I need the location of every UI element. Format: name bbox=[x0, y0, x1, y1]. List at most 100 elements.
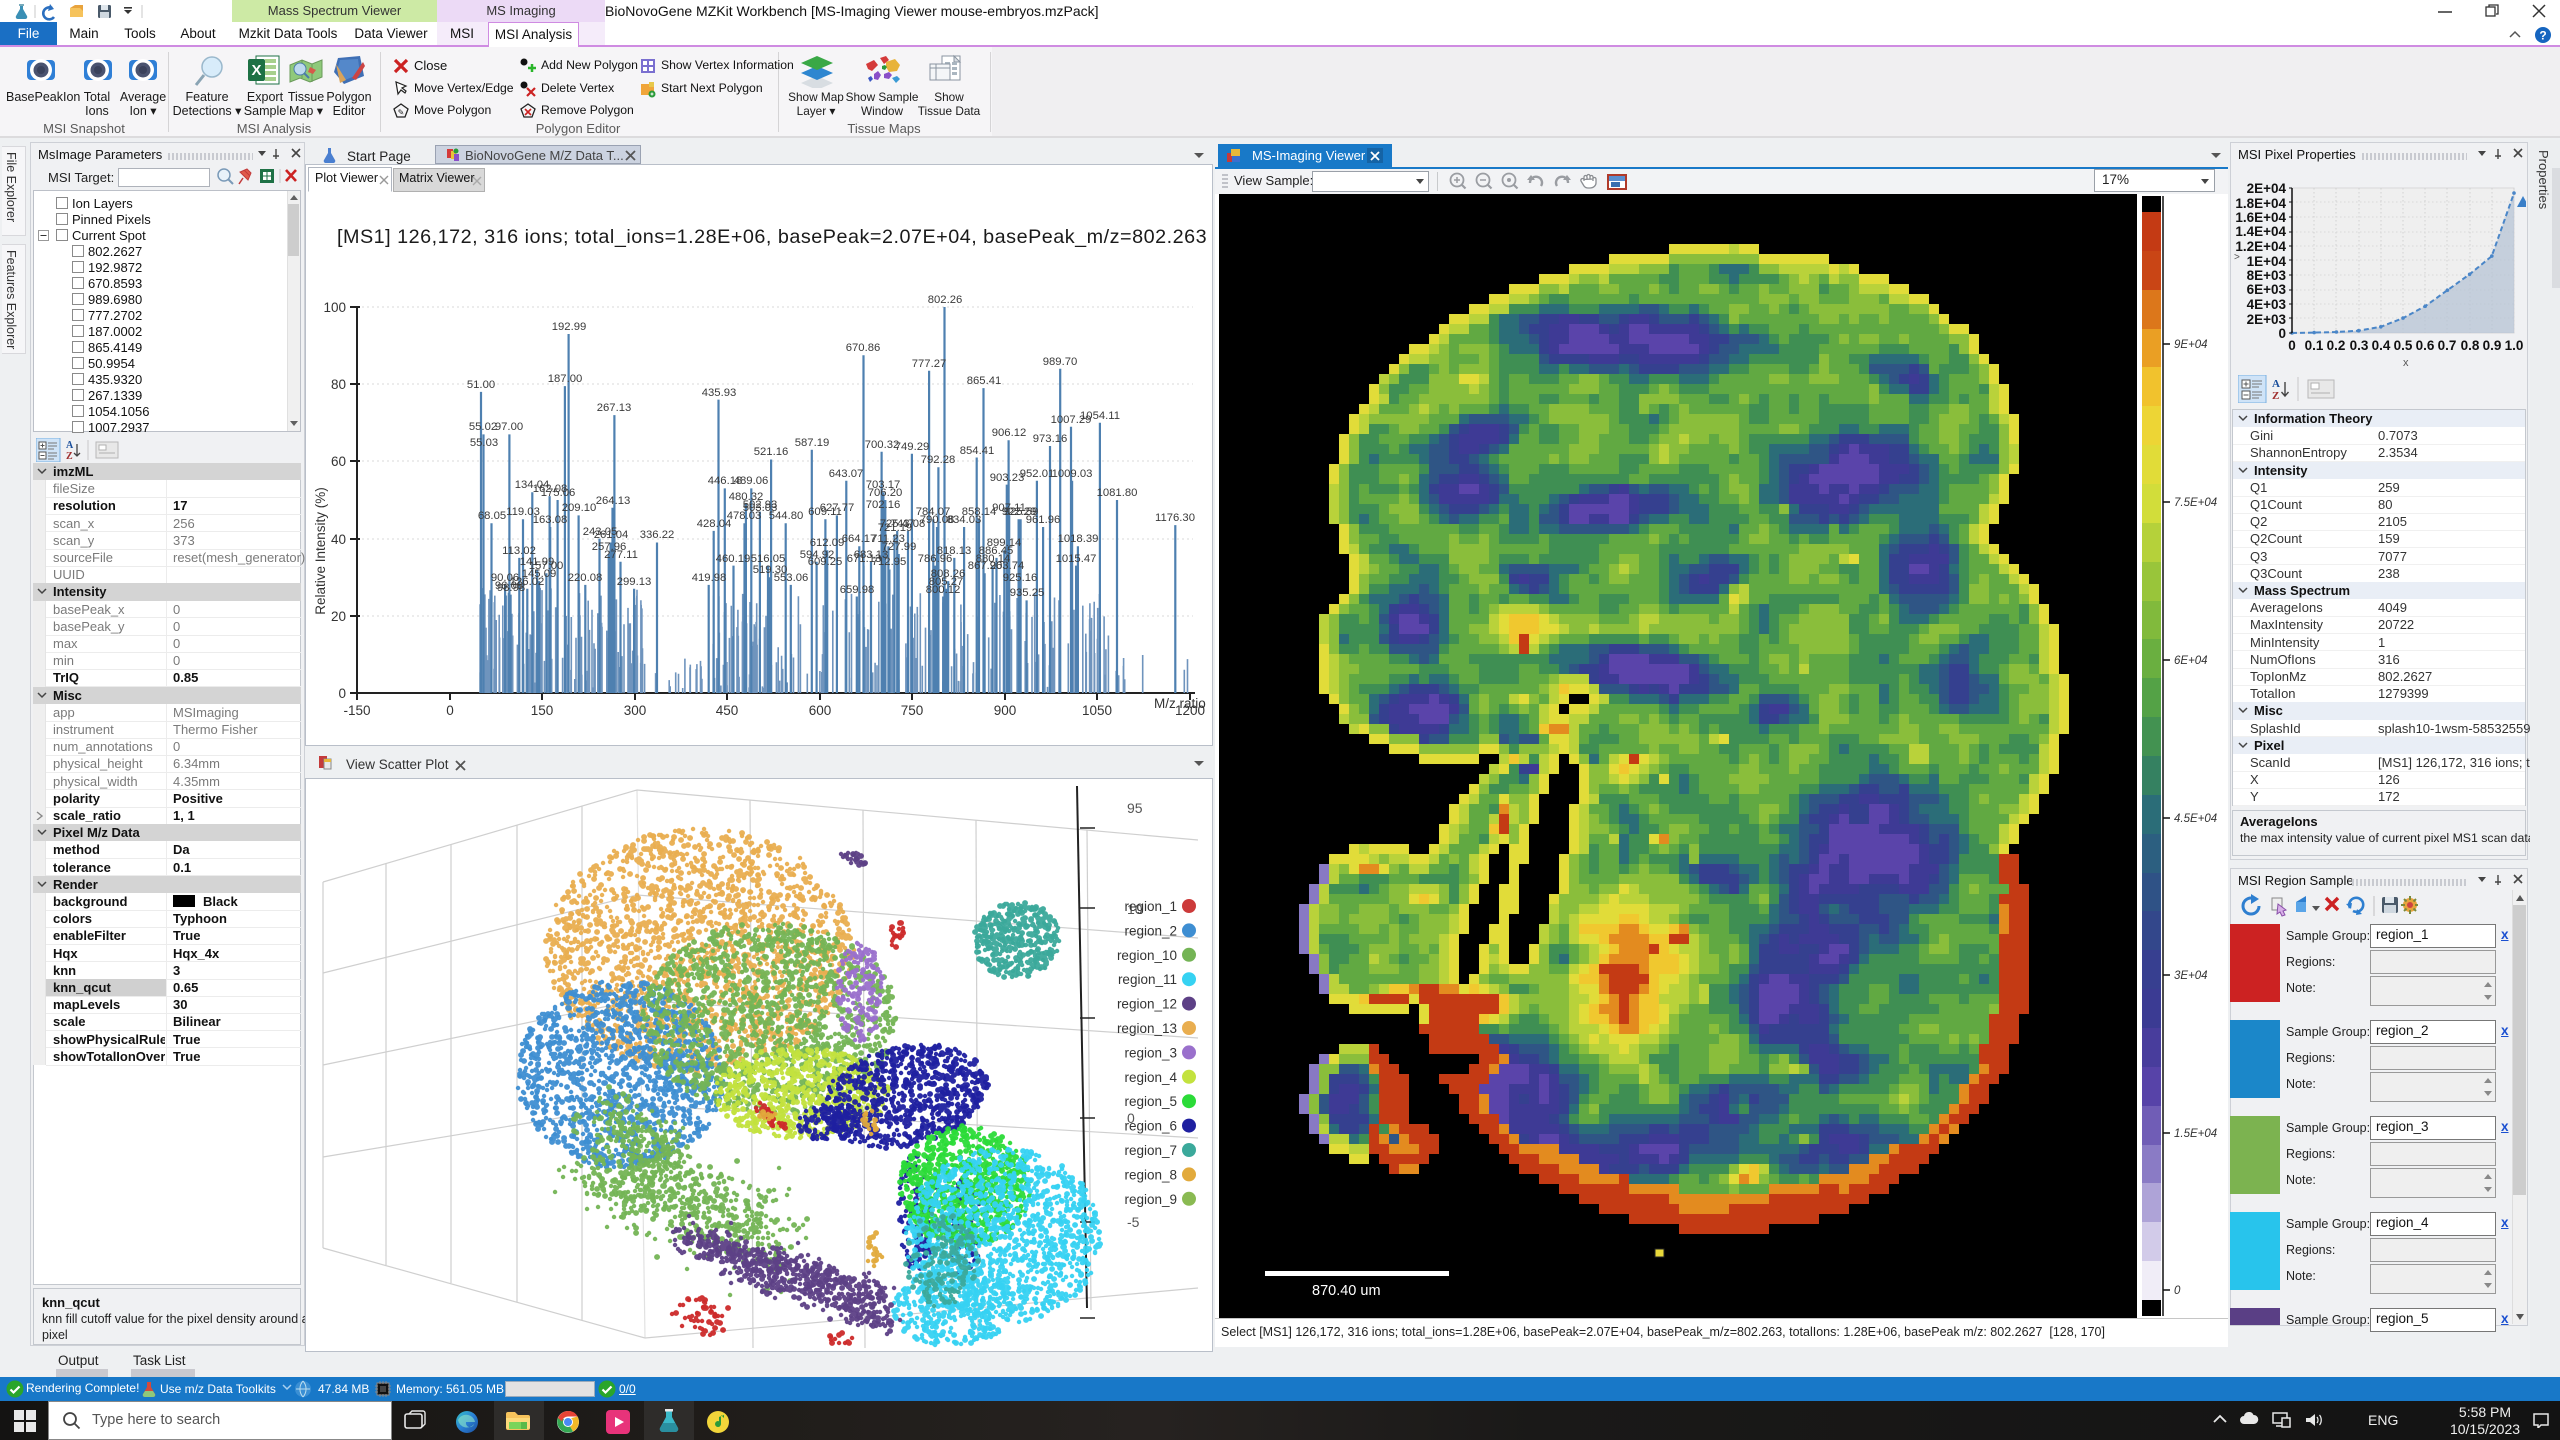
svg-text:264.13: 264.13 bbox=[596, 495, 631, 507]
svg-text:60: 60 bbox=[331, 454, 346, 469]
svg-text:0.8: 0.8 bbox=[2461, 338, 2480, 353]
svg-text:712.95: 712.95 bbox=[872, 556, 907, 568]
svg-text:727.99: 727.99 bbox=[882, 541, 917, 553]
svg-text:163.08: 163.08 bbox=[533, 514, 568, 526]
svg-text:175.06: 175.06 bbox=[541, 487, 576, 499]
svg-text:544.80: 544.80 bbox=[769, 510, 804, 522]
svg-text:region_10: region_10 bbox=[1117, 948, 1177, 963]
svg-text:6E+03: 6E+03 bbox=[2247, 282, 2287, 297]
svg-text:802.26: 802.26 bbox=[928, 294, 963, 306]
svg-text:450: 450 bbox=[716, 703, 739, 718]
svg-text:0.5: 0.5 bbox=[2394, 338, 2413, 353]
svg-text:792.28: 792.28 bbox=[921, 454, 956, 466]
svg-text:40: 40 bbox=[331, 532, 346, 547]
svg-text:-5: -5 bbox=[1127, 1214, 1140, 1230]
svg-text:1.8E+04: 1.8E+04 bbox=[2235, 196, 2286, 211]
svg-text:973.16: 973.16 bbox=[1033, 433, 1068, 445]
svg-text:3E+04: 3E+04 bbox=[2174, 970, 2208, 982]
svg-text:659.98: 659.98 bbox=[840, 584, 875, 596]
svg-text:region_3: region_3 bbox=[1124, 1045, 1177, 1060]
svg-text:[MS1] 126,172, 316 ions; total: [MS1] 126,172, 316 ions; total_ions=1.28… bbox=[337, 226, 1207, 248]
svg-text:A: A bbox=[66, 440, 74, 451]
svg-text:1176.30: 1176.30 bbox=[1155, 512, 1195, 524]
svg-text:706.20: 706.20 bbox=[868, 487, 903, 499]
svg-text:region_13: region_13 bbox=[1117, 1021, 1177, 1036]
svg-text:A: A bbox=[2272, 378, 2280, 390]
svg-text:187.00: 187.00 bbox=[548, 373, 583, 385]
svg-text:x: x bbox=[2403, 357, 2409, 369]
svg-text:925.16: 925.16 bbox=[1003, 572, 1038, 584]
svg-text:150: 150 bbox=[531, 703, 554, 718]
svg-text:0: 0 bbox=[2288, 338, 2296, 353]
svg-text:region_1: region_1 bbox=[1124, 899, 1177, 914]
svg-text:Z: Z bbox=[2272, 390, 2279, 402]
svg-text:1081.80: 1081.80 bbox=[1097, 487, 1138, 499]
svg-text:952.01: 952.01 bbox=[1020, 468, 1055, 480]
svg-text:489.06: 489.06 bbox=[734, 475, 769, 487]
svg-text:region_6: region_6 bbox=[1124, 1119, 1177, 1134]
svg-text:553.06: 553.06 bbox=[774, 572, 809, 584]
svg-text:818.13: 818.13 bbox=[937, 545, 972, 557]
svg-text:region_5: region_5 bbox=[1124, 1094, 1177, 1109]
svg-text:267.13: 267.13 bbox=[597, 402, 632, 414]
svg-text:-150: -150 bbox=[343, 703, 370, 718]
svg-text:777.27: 777.27 bbox=[912, 358, 947, 370]
svg-text:1.6E+04: 1.6E+04 bbox=[2235, 210, 2286, 225]
svg-text:961.96: 961.96 bbox=[1026, 514, 1061, 526]
svg-text:region_2: region_2 bbox=[1124, 923, 1177, 938]
svg-text:906.12: 906.12 bbox=[992, 427, 1027, 439]
svg-text:0: 0 bbox=[338, 686, 346, 701]
svg-text:336.22: 336.22 bbox=[640, 529, 675, 541]
svg-text:4E+03: 4E+03 bbox=[2247, 297, 2287, 312]
svg-text:region_7: region_7 bbox=[1124, 1143, 1177, 1158]
svg-text:80: 80 bbox=[331, 377, 346, 392]
svg-text:749.29: 749.29 bbox=[895, 441, 930, 453]
svg-text:609.25: 609.25 bbox=[808, 556, 843, 568]
svg-text:?: ? bbox=[2539, 29, 2546, 43]
svg-text:2E+03: 2E+03 bbox=[2247, 312, 2287, 327]
svg-text:1054.11: 1054.11 bbox=[1080, 410, 1120, 422]
svg-text:M/z ratio: M/z ratio bbox=[1154, 696, 1206, 711]
svg-text:55.03: 55.03 bbox=[470, 437, 498, 449]
svg-text:419.98: 419.98 bbox=[692, 572, 727, 584]
svg-text:261.04: 261.04 bbox=[594, 529, 629, 541]
svg-text:1009.03: 1009.03 bbox=[1052, 468, 1093, 480]
svg-text:1050: 1050 bbox=[1082, 703, 1112, 718]
svg-text:97.00: 97.00 bbox=[495, 421, 523, 433]
svg-text:0.3: 0.3 bbox=[2350, 338, 2369, 353]
svg-text:region_12: region_12 bbox=[1117, 997, 1177, 1012]
svg-text:region_8: region_8 bbox=[1124, 1167, 1177, 1182]
svg-text:209.10: 209.10 bbox=[562, 502, 597, 514]
svg-text:1.5E+04: 1.5E+04 bbox=[2174, 1128, 2217, 1140]
svg-text:1.4E+04: 1.4E+04 bbox=[2235, 224, 2286, 239]
svg-text:277.11: 277.11 bbox=[604, 549, 638, 561]
svg-text:region_9: region_9 bbox=[1124, 1192, 1177, 1207]
svg-text:0.1: 0.1 bbox=[2305, 338, 2324, 353]
svg-text:220.08: 220.08 bbox=[568, 572, 603, 584]
svg-text:region_11: region_11 bbox=[1118, 972, 1177, 987]
svg-text:6E+04: 6E+04 bbox=[2174, 655, 2208, 667]
svg-text:4.5E+04: 4.5E+04 bbox=[2174, 813, 2217, 825]
svg-text:521.16: 521.16 bbox=[754, 446, 789, 458]
svg-text:1018.39: 1018.39 bbox=[1058, 533, 1099, 545]
svg-text:600: 600 bbox=[809, 703, 832, 718]
svg-text:157.00: 157.00 bbox=[529, 560, 564, 572]
svg-text:643.07: 643.07 bbox=[829, 468, 864, 480]
svg-text:0: 0 bbox=[446, 703, 454, 718]
svg-text:989.70: 989.70 bbox=[1043, 356, 1078, 368]
svg-text:95: 95 bbox=[1127, 800, 1143, 816]
svg-text:670.86: 670.86 bbox=[846, 342, 881, 354]
svg-text:✎: ✎ bbox=[398, 108, 405, 117]
svg-text:Relative Intensity (%): Relative Intensity (%) bbox=[313, 487, 328, 615]
svg-text:702.16: 702.16 bbox=[866, 499, 901, 511]
svg-text:435.93: 435.93 bbox=[702, 387, 737, 399]
svg-text:>: > bbox=[2234, 252, 2240, 263]
svg-text:0.4: 0.4 bbox=[2372, 338, 2391, 353]
svg-text:299.13: 299.13 bbox=[617, 576, 652, 588]
svg-text:55.02: 55.02 bbox=[469, 421, 497, 433]
svg-text:0.9: 0.9 bbox=[2483, 338, 2502, 353]
svg-text:935.25: 935.25 bbox=[1010, 587, 1045, 599]
svg-text:300: 300 bbox=[624, 703, 647, 718]
svg-text:8E+03: 8E+03 bbox=[2247, 268, 2287, 283]
svg-text:750: 750 bbox=[901, 703, 924, 718]
